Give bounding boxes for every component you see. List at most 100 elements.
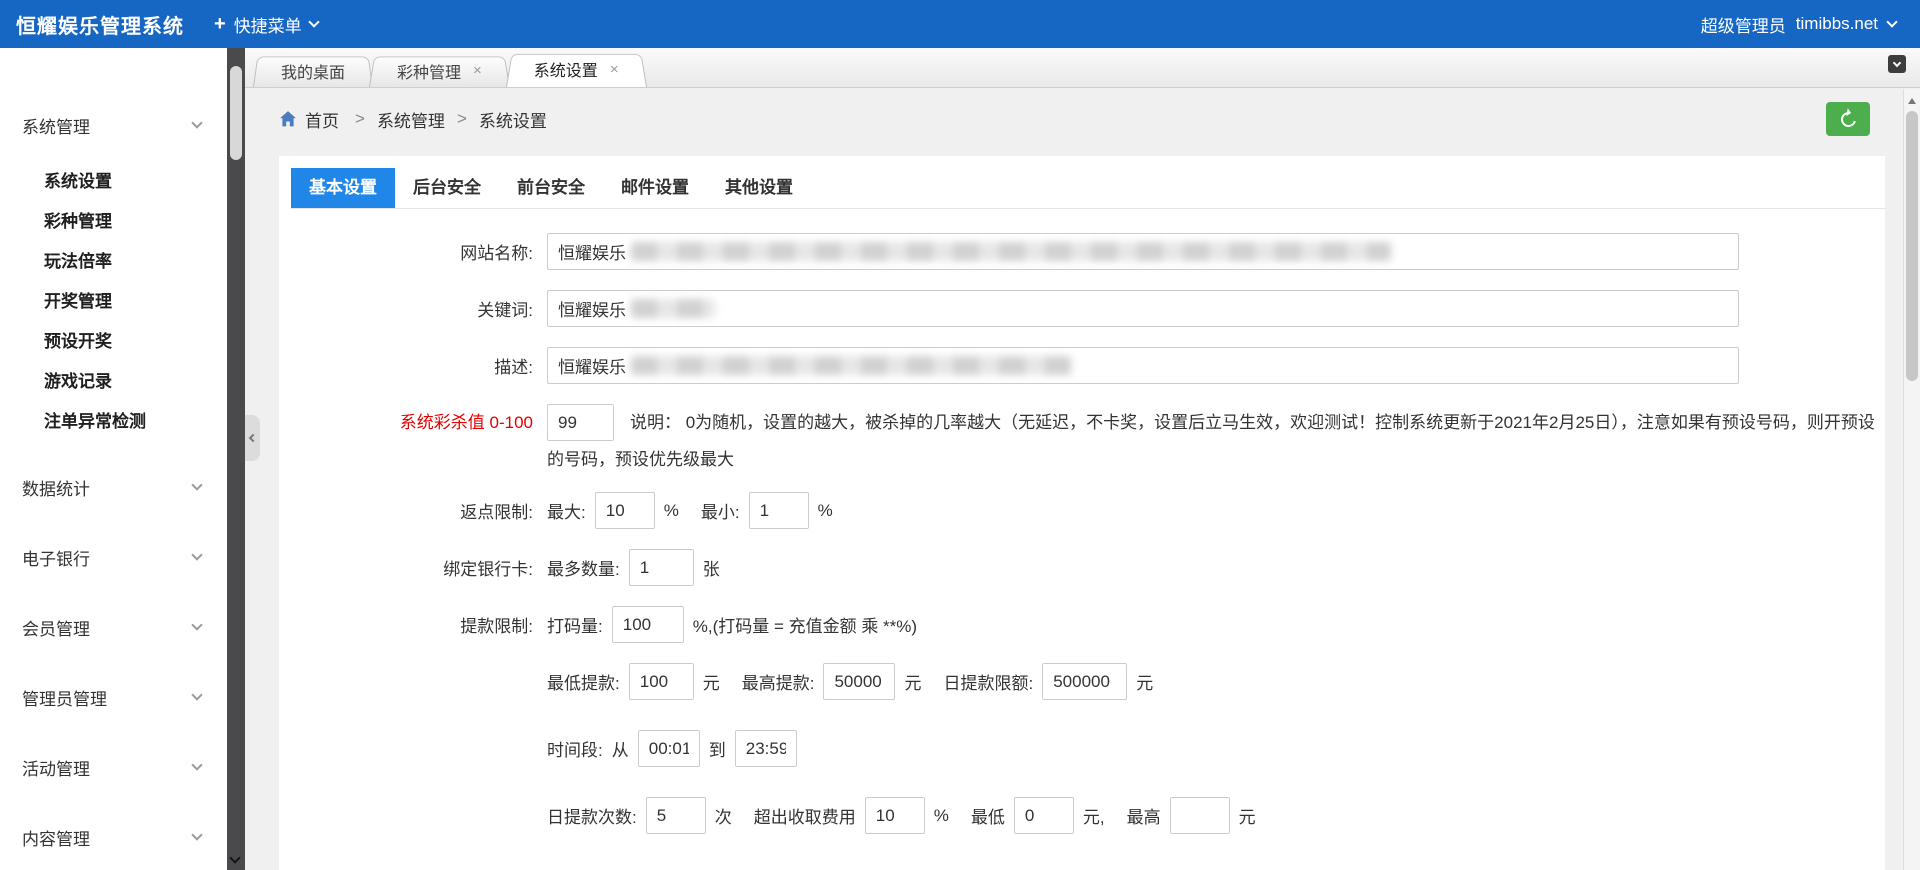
bank-qty-input[interactable] [628, 549, 694, 586]
sidebar-item-label: 活动管理 [22, 759, 90, 779]
sidebar-item-abnormal-order-check[interactable]: 注单异常检测 [0, 402, 227, 442]
settings-panel: 基本设置 后台安全 前台安全 邮件设置 其他设置 网站名称: 恒耀娱乐 关键词:… [279, 156, 1885, 870]
turnover-label: 打码量: [547, 617, 603, 636]
rebate-max-input[interactable] [594, 492, 655, 529]
fee-min-input[interactable] [1013, 797, 1074, 834]
kill-value-input[interactable] [547, 404, 614, 441]
sidebar-item-admin-mgmt[interactable]: 管理员管理 [0, 672, 227, 722]
sidebar-item-lottery-mgmt[interactable]: 彩种管理 [0, 202, 227, 242]
tab-other-settings[interactable]: 其他设置 [707, 168, 811, 208]
form-row-description: 描述: [291, 347, 1885, 384]
bank-card-label: 绑定银行卡: [443, 560, 533, 579]
main-content: 我的桌面 彩种管理 × 系统设置 × 首页 > 系统管理 > 系统设置 基本设置… [245, 48, 1920, 870]
app-title: 恒耀娱乐管理系统 [16, 15, 184, 38]
tab-my-desktop[interactable]: 我的桌面 [253, 54, 373, 87]
tab-frontend-security[interactable]: 前台安全 [499, 168, 603, 208]
sidebar-item-activity-mgmt[interactable]: 活动管理 [0, 742, 227, 792]
daily-times-input[interactable] [645, 797, 706, 834]
sidebar-item-preset-draw[interactable]: 预设开奖 [0, 322, 227, 362]
bank-qty-label: 最多数量: [547, 560, 620, 579]
sidebar-item-label: 系统管理 [22, 117, 90, 137]
form-row-bank-card: 绑定银行卡: 最多数量: 张 [291, 549, 1885, 586]
scroll-up-icon[interactable] [1908, 94, 1916, 104]
rebate-max-label: 最大: [547, 503, 586, 522]
sidebar-scrollbar-thumb[interactable] [230, 66, 242, 160]
rebate-label: 返点限制: [460, 503, 533, 522]
tab-system-settings[interactable]: 系统设置 × [506, 51, 647, 87]
breadcrumb-home[interactable]: 首页 [305, 107, 339, 132]
turnover-input[interactable] [611, 606, 684, 643]
fee-max-label: 最高 [1126, 808, 1161, 827]
turnover-unit: %,(打码量 = 充值金额 乘 **%) [692, 617, 918, 636]
sidebar-item-e-bank[interactable]: 电子银行 [0, 532, 227, 582]
scroll-down-icon[interactable] [229, 852, 241, 864]
form-row-kill-value: 系统彩杀值 0-100 说明： 0为随机，设置的越大，被杀掉的几率越大（无延迟，… [291, 404, 1885, 478]
time-to-input[interactable] [734, 730, 797, 767]
breadcrumb-separator: > [355, 109, 365, 128]
bank-qty-unit: 张 [702, 560, 720, 579]
sidebar-item-draw-mgmt[interactable]: 开奖管理 [0, 282, 227, 322]
form-row-site-name: 网站名称: [291, 233, 1885, 270]
form-row-withdraw-amounts: 最低提款: 元 最高提款: 元 日提款限额: 元 [291, 663, 1885, 700]
tab-menu-button[interactable] [1888, 55, 1906, 73]
fee-max-input[interactable] [1169, 797, 1230, 834]
quick-menu-label: 快捷菜单 [233, 16, 302, 36]
user-role-label: 超级管理员 [1700, 16, 1786, 36]
sidebar-item-game-records[interactable]: 游戏记录 [0, 362, 227, 402]
kill-value-help-text: 说明： 0为随机，设置的越大，被杀掉的几率越大（无延迟，不卡奖，设置后立马生效，… [547, 413, 1875, 469]
daily-times-label: 日提款次数: [547, 808, 637, 827]
sidebar-scrollbar[interactable] [227, 48, 245, 870]
close-icon[interactable]: × [473, 63, 482, 78]
form-row-daily-times: 日提款次数: 次 超出收取费用 % 最低 元, 最高 [291, 797, 1885, 834]
sidebar-submenu: 系统设置 彩种管理 玩法倍率 开奖管理 预设开奖 游戏记录 注单异常检测 [0, 162, 227, 442]
plus-icon: + [214, 13, 226, 35]
withdraw-min-input[interactable] [628, 663, 694, 700]
excess-fee-unit: % [933, 805, 949, 825]
tab-backend-security[interactable]: 后台安全 [395, 168, 499, 208]
time-from-label: 从 [611, 741, 629, 760]
excess-fee-input[interactable] [864, 797, 925, 834]
chevron-left-icon [248, 433, 257, 443]
sidebar: 系统管理 系统设置 彩种管理 玩法倍率 开奖管理 预设开奖 游戏记录 注单异常检… [0, 48, 227, 870]
rebate-min-input[interactable] [748, 492, 809, 529]
fee-min-unit: 元, [1082, 808, 1105, 827]
tab-lottery-mgmt[interactable]: 彩种管理 × [369, 54, 510, 87]
user-menu-button[interactable]: 超级管理员 timibbs.net [1701, 12, 1920, 37]
tab-basic-settings[interactable]: 基本设置 [291, 168, 395, 208]
time-from-input[interactable] [637, 730, 700, 767]
sidebar-item-data-stats[interactable]: 数据统计 [0, 462, 227, 512]
site-name-label: 网站名称: [460, 244, 533, 263]
close-icon[interactable]: × [610, 62, 619, 77]
kill-value-label: 系统彩杀值 0-100 [399, 413, 533, 432]
breadcrumb-system-mgmt: 系统管理 [376, 111, 445, 131]
sidebar-item-label: 电子银行 [22, 549, 90, 569]
chevron-down-icon [191, 829, 203, 841]
user-name-label: timibbs.net [1795, 14, 1878, 33]
daily-limit-label: 日提款限额: [943, 674, 1034, 693]
daily-limit-unit: 元 [1136, 674, 1154, 693]
excess-fee-label: 超出收取费用 [753, 808, 856, 827]
breadcrumb-system-settings: 系统设置 [478, 111, 547, 131]
refresh-button[interactable] [1826, 102, 1870, 136]
sidebar-item-system-mgmt[interactable]: 系统管理 [0, 100, 227, 150]
description-input[interactable] [547, 347, 1739, 384]
refresh-icon [1837, 108, 1859, 130]
breadcrumb-separator: > [456, 109, 467, 128]
sidebar-item-member-mgmt[interactable]: 会员管理 [0, 602, 227, 652]
withdraw-max-input[interactable] [823, 663, 896, 700]
quick-menu-button[interactable]: + 快捷菜单 [214, 12, 320, 37]
sidebar-item-play-rate[interactable]: 玩法倍率 [0, 242, 227, 282]
sidebar-item-label: 管理员管理 [22, 689, 107, 709]
sidebar-collapse-handle[interactable] [245, 415, 260, 461]
page-scrollbar-thumb[interactable] [1906, 111, 1918, 381]
site-name-input[interactable] [547, 233, 1739, 270]
rebate-min-unit: % [817, 500, 833, 520]
tab-email-settings[interactable]: 邮件设置 [603, 168, 707, 208]
sidebar-item-content-mgmt[interactable]: 内容管理 [0, 812, 227, 862]
daily-limit-input[interactable] [1042, 663, 1128, 700]
keywords-input[interactable] [547, 290, 1739, 327]
page-scrollbar[interactable] [1903, 89, 1920, 870]
sidebar-item-system-settings[interactable]: 系统设置 [0, 162, 227, 202]
withdraw-max-label: 最高提款: [741, 674, 815, 693]
tab-label: 系统设置 [533, 63, 598, 80]
